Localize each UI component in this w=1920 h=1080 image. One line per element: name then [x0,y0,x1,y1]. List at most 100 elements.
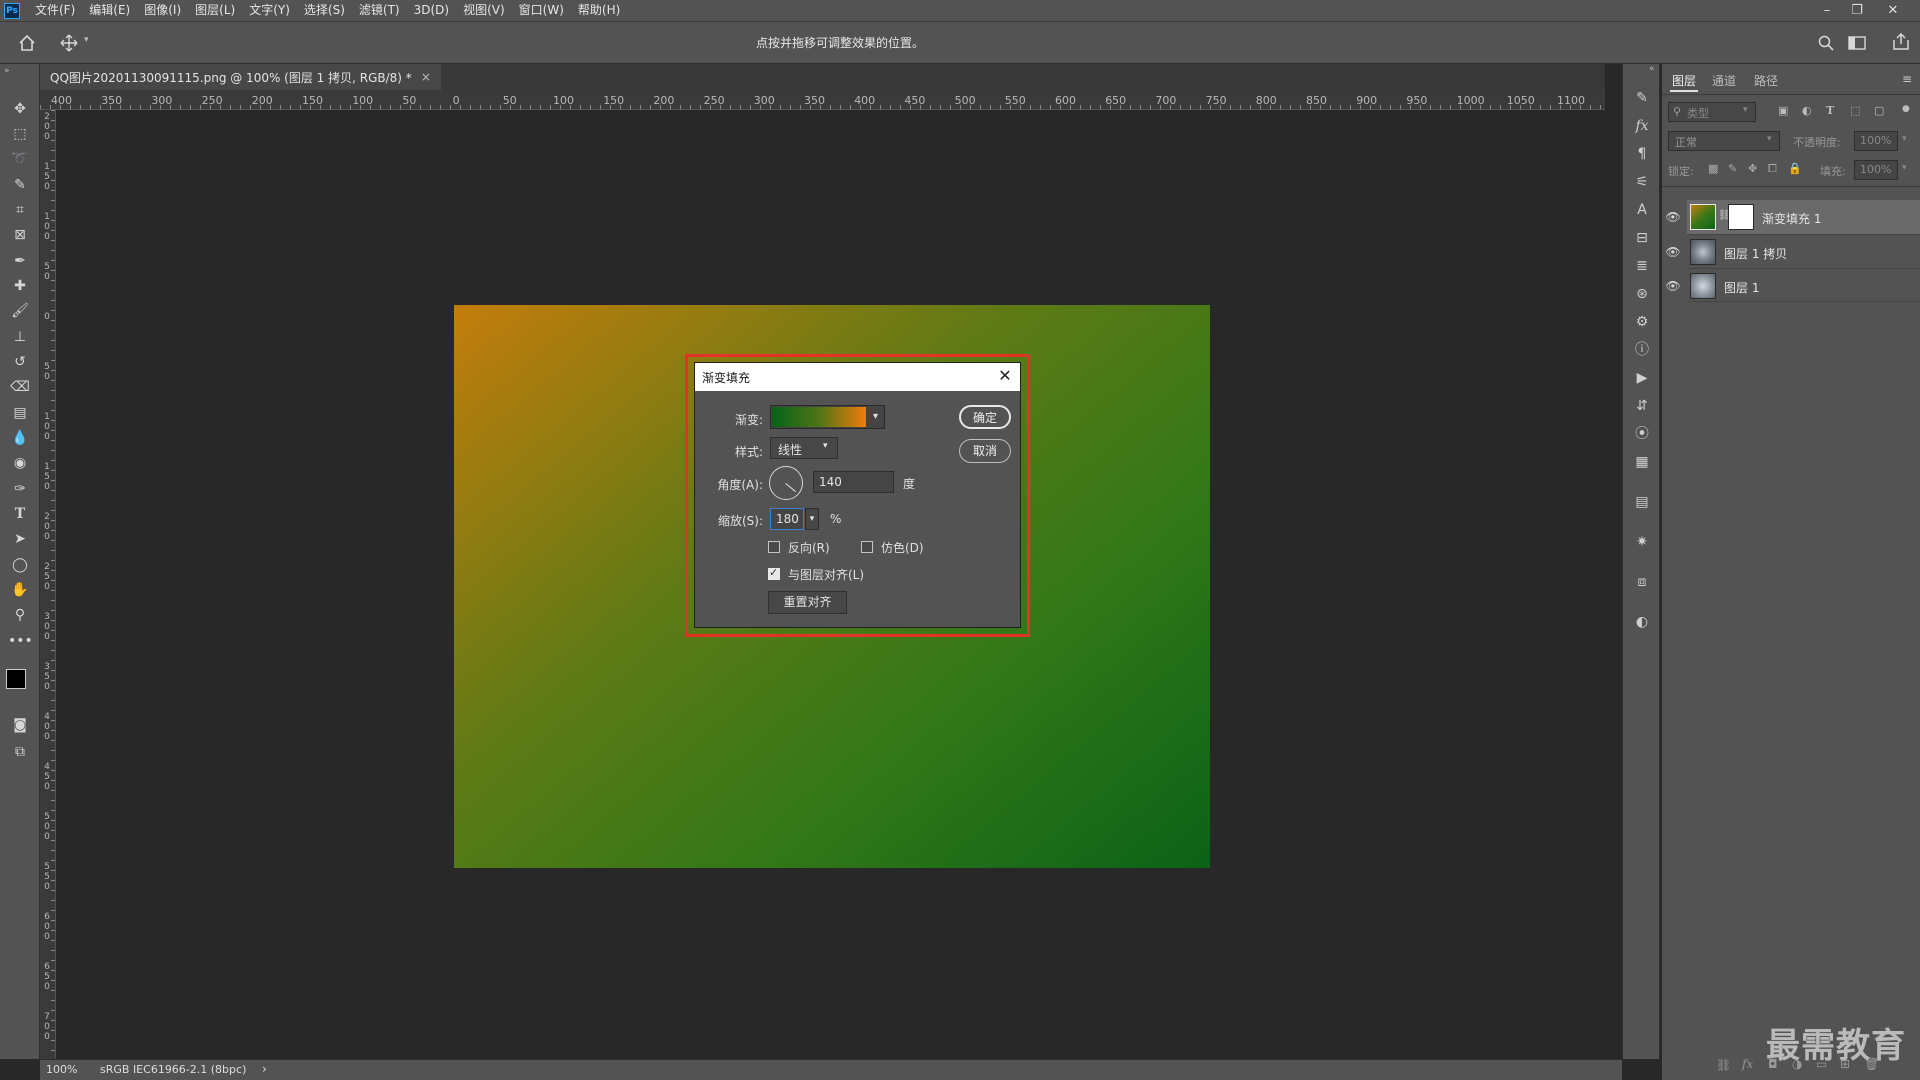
blend-mode-select[interactable]: 正常 ▾ [1668,131,1780,151]
character-icon[interactable]: A [1631,200,1653,220]
reverse-checkbox[interactable] [768,541,780,553]
info-icon[interactable]: ⓘ [1631,340,1653,360]
chevron-down-icon[interactable]: ▾ [867,407,884,427]
chevron-down-icon[interactable]: ▾ [1902,134,1907,144]
tab-layers[interactable]: 图层 [1672,72,1696,89]
angle-input[interactable]: 140 [813,471,894,493]
actions-icon[interactable]: ▶ [1631,368,1653,388]
quick-select-icon[interactable]: ✎ [8,174,32,196]
scale-dropdown[interactable]: ▾ [805,508,819,530]
cancel-button[interactable]: 取消 [959,439,1011,463]
libraries-icon[interactable]: ⧈ [1631,572,1653,592]
link-layers-icon[interactable]: ⛓ [1716,1058,1731,1072]
close-tab-icon[interactable]: × [421,70,431,84]
ellipse-icon[interactable]: ◯ [8,554,32,576]
align-with-layer-checkbox[interactable] [768,566,780,580]
style-select[interactable]: 线性 ▾ [770,437,838,459]
reset-alignment-button[interactable]: 重置对齐 [768,591,847,614]
menu-image[interactable]: 图像(I) [137,0,188,21]
menu-view[interactable]: 视图(V) [456,0,512,21]
lock-image-icon[interactable]: ✎ [1728,162,1737,175]
layer-row-layer-1[interactable]: 👁 图层 1 [1665,268,1920,302]
layer-row-gradient-fill[interactable]: 👁 ⛓ 渐变填充 1 [1665,200,1920,234]
ok-button[interactable]: 确定 [959,405,1011,429]
brush-icon[interactable]: 🖌 [8,300,32,322]
history-icon[interactable]: ⇵ [1631,396,1653,416]
panel-menu-icon[interactable]: ≡ [1902,72,1912,86]
zoom-icon[interactable]: ⚲ [8,604,32,626]
tool-presets-icon[interactable]: ⚙ [1631,312,1653,332]
fill-input[interactable]: 100% [1854,160,1898,180]
swatches-icon[interactable]: ⦿ [1631,424,1653,444]
gradient-icon[interactable]: ▤ [8,402,32,424]
screen-mode-icon[interactable]: ⧉ [8,741,32,763]
blur-icon[interactable]: 💧 [8,427,32,449]
frame-icon[interactable]: ⊠ [8,224,32,246]
angle-dial[interactable] [769,466,803,500]
filter-shape-icon[interactable]: ⬚ [1850,104,1860,117]
notes-icon[interactable]: ▤ [1631,492,1653,512]
filter-adjustment-icon[interactable]: ◐ [1802,104,1812,117]
share-icon[interactable] [1892,33,1910,51]
path-select-icon[interactable]: ➤ [8,528,32,550]
layer-thumbnail[interactable] [1690,239,1716,265]
zoom-level[interactable]: 100% [46,1063,77,1076]
color-icon[interactable]: ◐ [1631,612,1653,632]
minimize-icon[interactable]: – [1812,0,1842,21]
gradient-preview[interactable] [772,407,866,427]
menu-help[interactable]: 帮助(H) [571,0,627,21]
menu-layer[interactable]: 图层(L) [188,0,242,21]
crop-icon[interactable]: ⌗ [8,199,32,221]
healing-brush-icon[interactable]: ✚ [8,275,32,297]
collapse-icon[interactable]: « [1649,64,1655,74]
foreground-color-swatch[interactable] [6,669,26,689]
vertical-ruler[interactable]: 2001501005005010015020025030035040045050… [40,110,56,1060]
navigator-icon[interactable]: ✷ [1631,532,1653,552]
collapse-icon[interactable]: » [4,66,10,76]
menu-3d[interactable]: 3D(D) [407,0,456,21]
dodge-icon[interactable]: ◉ [8,452,32,474]
window-close-icon[interactable]: ✕ [1878,0,1908,21]
tab-paths[interactable]: 路径 [1754,72,1778,89]
table-icon[interactable]: ▦ [1631,452,1653,472]
scale-input[interactable]: 180 [770,508,804,530]
menu-file[interactable]: 文件(F) [28,0,82,21]
history-brush-icon[interactable]: ↺ [8,351,32,373]
menu-edit[interactable]: 编辑(E) [82,0,137,21]
marquee-icon[interactable]: ⬚ [8,123,32,145]
horizontal-ruler[interactable]: 400 350 300 250 200 150 100 50 0 50 100 150 200 250 30… [40,90,1605,110]
visibility-eye-icon[interactable]: 👁 [1665,244,1681,260]
filter-type-icon[interactable]: T [1826,104,1834,117]
layer-mask-thumbnail[interactable] [1728,204,1754,230]
pen-icon[interactable]: ✑ [8,478,32,500]
properties-icon[interactable]: ⚟ [1631,172,1653,192]
fx-icon[interactable]: fx [1742,1057,1753,1071]
visibility-eye-icon[interactable]: 👁 [1665,209,1681,225]
filter-toggle-icon[interactable]: ● [1902,104,1910,114]
layer-row-layer-1-copy[interactable]: 👁 图层 1 拷贝 [1665,234,1920,268]
chevron-down-icon[interactable]: ▾ [1902,163,1907,173]
eraser-icon[interactable]: ⌫ [8,376,32,398]
eyedropper-icon[interactable]: ✒ [8,250,32,272]
layer-filter-select[interactable]: ⚲ 类型 ▾ [1668,102,1756,122]
paragraph-icon[interactable]: ¶ [1631,144,1653,164]
type-icon[interactable]: T [8,503,32,525]
lock-artboard-icon[interactable]: ⧠ [1768,162,1777,176]
workspace-icon[interactable] [1848,35,1866,51]
dialog-close-icon[interactable]: ✕ [995,366,1015,386]
lock-position-icon[interactable]: ✥ [1748,162,1757,175]
visibility-eye-icon[interactable]: 👁 [1665,278,1681,294]
lasso-icon[interactable]: ➰ [8,148,32,170]
tab-channels[interactable]: 通道 [1712,72,1736,89]
brush-settings-icon[interactable]: ✎ [1631,88,1653,108]
clone-stamp-icon[interactable]: ⊥ [8,326,32,348]
glyphs-icon[interactable]: ⊟ [1631,228,1653,248]
quick-mask-icon[interactable]: ◙ [8,714,32,736]
menu-select[interactable]: 选择(S) [297,0,352,21]
lock-all-icon[interactable]: 🔒 [1788,162,1802,175]
document-tab[interactable]: QQ图片20201130091115.png @ 100% (图层 1 拷贝, … [40,64,441,90]
menu-type[interactable]: 文字(Y) [242,0,297,21]
menu-window[interactable]: 窗口(W) [512,0,571,21]
filter-smart-icon[interactable]: ▢ [1874,104,1884,117]
hand-icon[interactable]: ✋ [8,579,32,601]
